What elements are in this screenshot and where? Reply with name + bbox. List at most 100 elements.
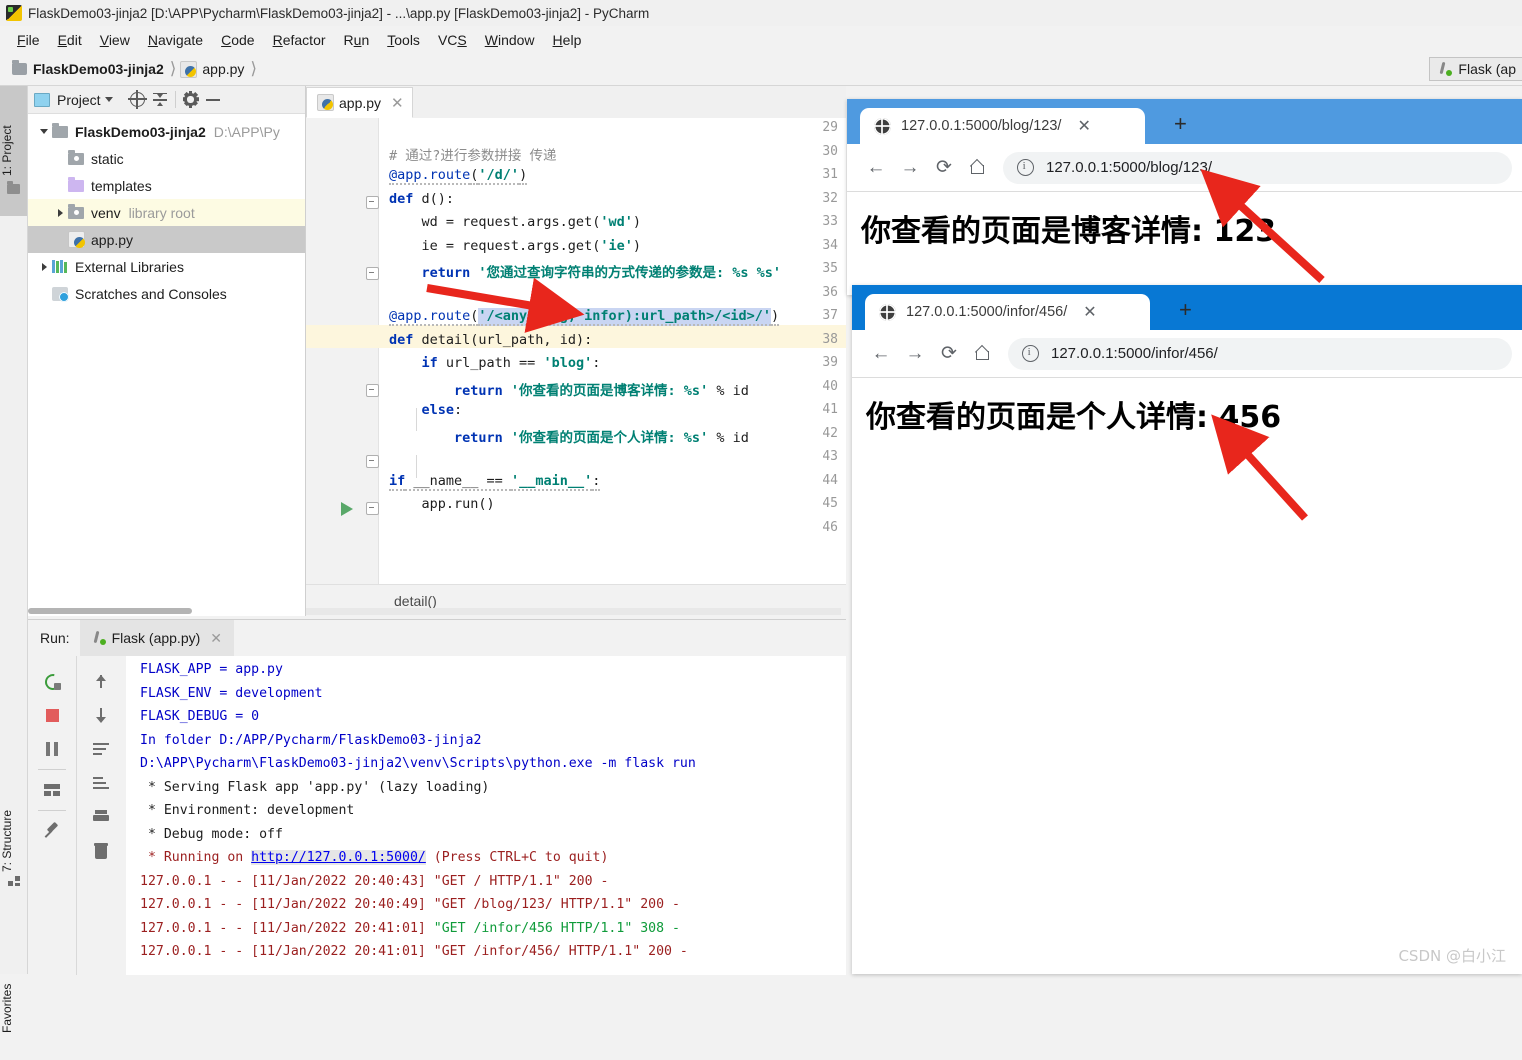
reload-icon[interactable]: ⟳	[932, 337, 966, 371]
browser-tab-infor[interactable]: 127.0.0.1:5000/infor/456/ ✕	[865, 294, 1150, 330]
console-link[interactable]: http://127.0.0.1:5000/	[251, 850, 426, 865]
code-token: '你查看的页面是个人详情: %s'	[502, 429, 709, 446]
collapse-all-button[interactable]	[149, 89, 171, 111]
tree-item-templates[interactable]: templates	[28, 172, 305, 199]
run-console-output[interactable]: FLASK_APP = app.py FLASK_ENV = developme…	[126, 656, 846, 975]
home-button[interactable]	[966, 337, 1000, 371]
folder-icon	[52, 122, 68, 138]
tree-item-app-py[interactable]: app.py	[28, 226, 305, 253]
address-bar[interactable]: 127.0.0.1:5000/blog/123/	[1003, 151, 1512, 184]
scroll-to-end-icon	[92, 776, 109, 790]
menu-item-window[interactable]: Window	[476, 29, 544, 51]
pause-button[interactable]	[37, 732, 67, 766]
run-tab-flask-app-py[interactable]: Flask (app.py) ✕	[79, 620, 235, 656]
clear-button[interactable]	[86, 834, 116, 868]
chevron-down-icon[interactable]	[104, 97, 113, 102]
hide-panel-button[interactable]	[202, 89, 224, 111]
rerun-button[interactable]	[37, 664, 67, 698]
breadcrumb-file[interactable]: app.py	[202, 61, 244, 77]
close-icon[interactable]: ✕	[1083, 302, 1096, 322]
code-token: '您通过查询字符串的方式传递的参数是: %s %s'	[470, 265, 782, 281]
tree-item-flaskdemo03-jinja2[interactable]: FlaskDemo03-jinja2 D:\APP\Py	[28, 118, 305, 145]
menu-item-run[interactable]: Run	[335, 29, 379, 51]
run-configuration-widget[interactable]: Flask (ap	[1429, 57, 1522, 81]
menu-item-view[interactable]: View	[91, 29, 139, 51]
console-segment: 127.0.0.1 - - [11/Jan/2022 20:41:01] "GE…	[140, 944, 688, 959]
home-icon	[975, 346, 991, 361]
globe-icon	[874, 117, 891, 135]
layout-button[interactable]	[37, 773, 67, 807]
tool-window-button-project[interactable]: 1: Project	[0, 86, 27, 216]
chevron-down-icon[interactable]	[36, 129, 52, 134]
new-tab-button[interactable]: +	[1179, 299, 1192, 321]
new-tab-button[interactable]: +	[1174, 113, 1187, 135]
fold-marker[interactable]	[366, 384, 379, 397]
tree-item-external-libraries[interactable]: External Libraries	[28, 253, 305, 280]
close-icon[interactable]: ✕	[210, 630, 222, 647]
code-line-31: @app.route('/d/')	[389, 167, 528, 185]
browser-page-content: 你查看的页面是博客详情: 123	[847, 192, 1522, 295]
code-token: 'blog'	[543, 355, 593, 371]
down-button[interactable]	[86, 698, 116, 732]
console-line: 127.0.0.1 - - [11/Jan/2022 20:40:49] "GE…	[140, 897, 846, 921]
site-info-icon[interactable]	[1017, 159, 1034, 176]
console-segment: 127.0.0.1 - - [11/Jan/2022 20:40:49] "GE…	[140, 897, 680, 912]
code-line-34: ie = request.args.get('ie')	[389, 238, 641, 254]
tree-item-scratches-and-consoles[interactable]: Scratches and Consoles	[28, 280, 305, 307]
forward-icon[interactable]: →	[893, 151, 927, 185]
code-text[interactable]: # 通过?进行参数拼接 传递 @app.route('/d/') def d()…	[379, 118, 846, 584]
editor-horizontal-scrollbar[interactable]	[306, 608, 841, 615]
scroll-to-end-button[interactable]	[86, 766, 116, 800]
chevron-right-icon[interactable]	[52, 209, 68, 217]
code-token: % id	[708, 429, 749, 446]
code-editor[interactable]: 29 30 31 32 33 34 35 36 37 38 39 40 41 4…	[306, 118, 846, 584]
editor-tab-app-py[interactable]: app.py ✕	[306, 87, 413, 118]
site-info-icon[interactable]	[1022, 345, 1039, 362]
fold-marker[interactable]	[366, 196, 379, 209]
menu-item-refactor[interactable]: Refactor	[264, 29, 335, 51]
menu-item-edit[interactable]: Edit	[49, 29, 91, 51]
tree-item-static[interactable]: static	[28, 145, 305, 172]
menu-item-navigate[interactable]: Navigate	[139, 29, 212, 51]
menu-item-code[interactable]: Code	[212, 29, 263, 51]
code-token: )	[771, 308, 780, 326]
fold-marker[interactable]	[366, 267, 379, 280]
up-button[interactable]	[86, 664, 116, 698]
print-button[interactable]	[86, 800, 116, 834]
stop-button[interactable]	[37, 698, 67, 732]
code-token: :	[592, 355, 601, 371]
forward-icon[interactable]: →	[898, 337, 932, 371]
browser-tab-blog[interactable]: 127.0.0.1:5000/blog/123/ ✕	[860, 108, 1145, 144]
tree-item-venv[interactable]: venv library root	[28, 199, 305, 226]
page-heading: 你查看的页面是个人详情: 456	[866, 400, 1282, 435]
address-bar[interactable]: 127.0.0.1:5000/infor/456/	[1008, 337, 1512, 370]
close-icon[interactable]: ✕	[391, 94, 404, 112]
menu-item-help[interactable]: Help	[544, 29, 591, 51]
settings-button[interactable]	[180, 89, 202, 111]
fold-marker[interactable]	[366, 455, 379, 468]
page-heading: 你查看的页面是博客详情: 123	[861, 214, 1277, 249]
home-button[interactable]	[961, 151, 995, 185]
breadcrumb-project[interactable]: FlaskDemo03-jinja2	[33, 61, 164, 77]
back-icon[interactable]: ←	[864, 337, 898, 371]
close-icon[interactable]: ✕	[1077, 116, 1090, 136]
chevron-right-icon[interactable]	[36, 263, 52, 271]
scrollbar-thumb[interactable]	[306, 608, 841, 615]
reload-icon[interactable]: ⟳	[927, 151, 961, 185]
menu-item-tools[interactable]: Tools	[378, 29, 429, 51]
code-token: if	[389, 472, 406, 491]
code-line-35: return '您通过查询字符串的方式传递的参数是: %s %s'	[389, 261, 782, 281]
scroll-from-source-button[interactable]	[127, 89, 149, 111]
pin-button[interactable]	[37, 814, 67, 848]
fold-marker[interactable]	[366, 502, 379, 515]
menu-item-file[interactable]: File	[8, 29, 49, 51]
run-line-icon[interactable]	[341, 502, 353, 516]
back-icon[interactable]: ←	[859, 151, 893, 185]
tool-window-button-favorites[interactable]: Favorites	[0, 956, 27, 1060]
address-bar-url: 127.0.0.1:5000/blog/123/	[1046, 159, 1212, 176]
project-horizontal-scrollbar[interactable]	[28, 608, 192, 614]
code-token: '你查看的页面是博客详情: %s'	[502, 382, 709, 399]
soft-wrap-button[interactable]	[86, 732, 116, 766]
console-segment: FLASK_ENV = development	[140, 685, 323, 701]
menu-item-vcs[interactable]: VCS	[429, 29, 476, 51]
